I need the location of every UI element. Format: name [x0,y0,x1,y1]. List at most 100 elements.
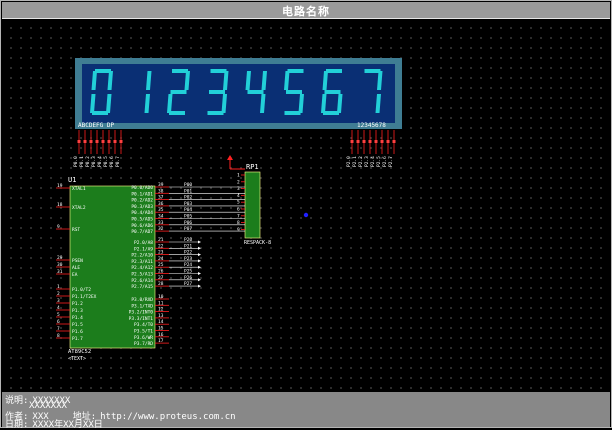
net-label: P24 [184,262,192,268]
net-arrow-icon [198,284,201,288]
chip-pin-number: 31 [57,269,63,275]
chip-pin-name: P0.1/AD1 [131,191,153,197]
chip-pin-name: P3.2/INT0 [129,310,154,316]
chip-pin-number: 16 [158,332,164,338]
chip-pin-number: 17 [158,338,164,344]
segment-g [209,90,225,94]
circuit-title: 电路名称 [282,5,330,18]
display-pin-label: P0.5 [103,156,109,167]
desc-label: 说明: [5,396,29,406]
chip-pin-name: P2.7/A15 [131,284,153,290]
display-pin-label: P2.5 [376,156,382,167]
segment-g [286,90,302,94]
display-pin-label: P0.6 [109,156,115,167]
chip-pin-name: P3.7/RD [134,341,153,347]
power-arrow-icon [227,155,233,160]
display-pin-label: P2.2 [358,156,364,167]
segment-a [172,69,188,73]
chip-pin-name: XTAL1 [72,186,86,192]
rpack-pin-number: 6 [237,207,240,213]
display-pin-label: P0.7 [115,156,121,167]
chip-pin-number: 2 [57,291,60,297]
seven-segment-display[interactable]: ABCDEFG DP 12345678 P0.0 P0.1 P0.2 P0.3 P0.4… [73,58,402,167]
net-label: P05 [184,214,192,220]
net-label: P06 [184,220,192,226]
chip-pin-name: P2.3/A11 [131,259,153,265]
segment-a [326,69,342,73]
net-arrow-icon [198,246,201,250]
chip-pin-name: XTAL2 [72,205,86,211]
chip-pin-number: 18 [57,202,63,208]
display-digit-label: 12345678 [357,122,386,129]
net-label: P07 [184,226,192,232]
pin-marker [362,140,366,143]
rpack-pin-number: 1 [237,173,240,179]
schematic-drawing[interactable]: ABCDEFG DP 12345678 P0.0 P0.1 P0.2 P0.3 P0.4… [2,19,610,391]
rpack-pin-number: 4 [237,193,240,199]
display-pin-label: P0.1 [79,156,85,167]
chip-pin-number: 11 [158,300,164,306]
chip-pin-number: 13 [158,313,164,319]
chip-pin-number: 8 [57,333,60,339]
segment-d [284,111,301,115]
chip-part: AT89C52 [68,349,91,355]
segment-g [170,90,187,94]
footer-info: 说明: XXXXXXX XXXXXXX 作者: XXX 地址: http://www.p… [2,392,610,430]
schematic-canvas[interactable]: ABCDEFG DP 12345678 P0.0 P0.1 P0.2 P0.3 P0.4… [2,19,610,391]
pin-marker [368,140,372,143]
chip-pin-number: 5 [57,312,60,318]
pin-marker [83,140,87,143]
chip-pin-name: P3.6/WR [134,335,153,341]
rpack-pin-number: 8 [237,220,240,226]
footer-date-row: 日期: XXXX年XX月XX日 [5,417,107,430]
chip-pin-number: 4 [57,305,60,311]
chip-pin-name: RST [72,227,80,233]
rpack-pin-number: 2 [237,179,240,185]
chip-pin-name: P2.2/A10 [131,253,153,259]
resistor-pack[interactable]: RP1 RESPACK-8 123456789 [227,155,271,246]
chip-pin-number: 19 [57,183,63,189]
pin-marker [374,140,378,143]
chip-pin-number: 1 [57,284,60,290]
chip-ref: U1 [68,176,76,184]
net-label: P00 [184,182,192,188]
chip-pin-name: P2.4/A12 [131,265,153,271]
segment-d [169,111,185,115]
net-label: P26 [184,275,192,281]
chip-pin-number: 24 [158,256,164,262]
chip-pin-name: P1.0/T2 [72,287,91,293]
chip-pin-number: 23 [158,250,164,256]
chip-pin-number: 9 [57,224,60,230]
chip-pin-name: ALE [72,265,80,271]
pin-marker [119,140,123,143]
net-label: P25 [184,269,192,275]
segment-g [324,90,341,94]
chip-pin-name: P3.4/T0 [134,322,153,328]
net-label: P20 [184,237,192,243]
rpack-pin-number: 9 [237,227,240,233]
chip-pin-name: P3.3/INT1 [129,316,154,322]
chip-pin-name: EA [72,272,78,278]
junction-dot[interactable] [303,212,309,218]
net-arrow-icon [198,265,201,269]
url-value[interactable]: http://www.proteus.com.cn [100,412,235,422]
segment-d [323,111,339,115]
net-label: P01 [184,188,192,194]
pin-marker [95,140,99,143]
chip-pin-number: 37 [158,195,164,201]
chip-pin-name: P0.3/AD3 [131,204,153,210]
chip-pin-name: P3.5/T1 [134,329,153,335]
window-frame: 电路名称 ABCDEFG DP 12345678 P0.0 P0.1 P0.2 P0.… [0,0,612,430]
rpack-ref: RP1 [246,163,259,171]
chip-pin-number: 29 [57,255,63,261]
pin-marker [113,140,117,143]
chip-pin-name: P2.1/A9 [134,246,153,252]
microcontroller-chip[interactable]: U1 19XTAL118XTAL29RST29PSEN30ALE31EA1P1.… [56,176,245,362]
display-digit-pins: P2.0 P2.1 P2.2 P2.3 P2.4 P2.5 P2.6 P2.7 [346,130,396,167]
net-label: P23 [184,256,192,262]
pin-marker [350,140,354,143]
chip-pin-number: 15 [158,326,164,332]
net-arrow-icon [198,240,201,244]
segment-a [287,69,304,73]
chip-pin-number: 27 [158,275,164,281]
